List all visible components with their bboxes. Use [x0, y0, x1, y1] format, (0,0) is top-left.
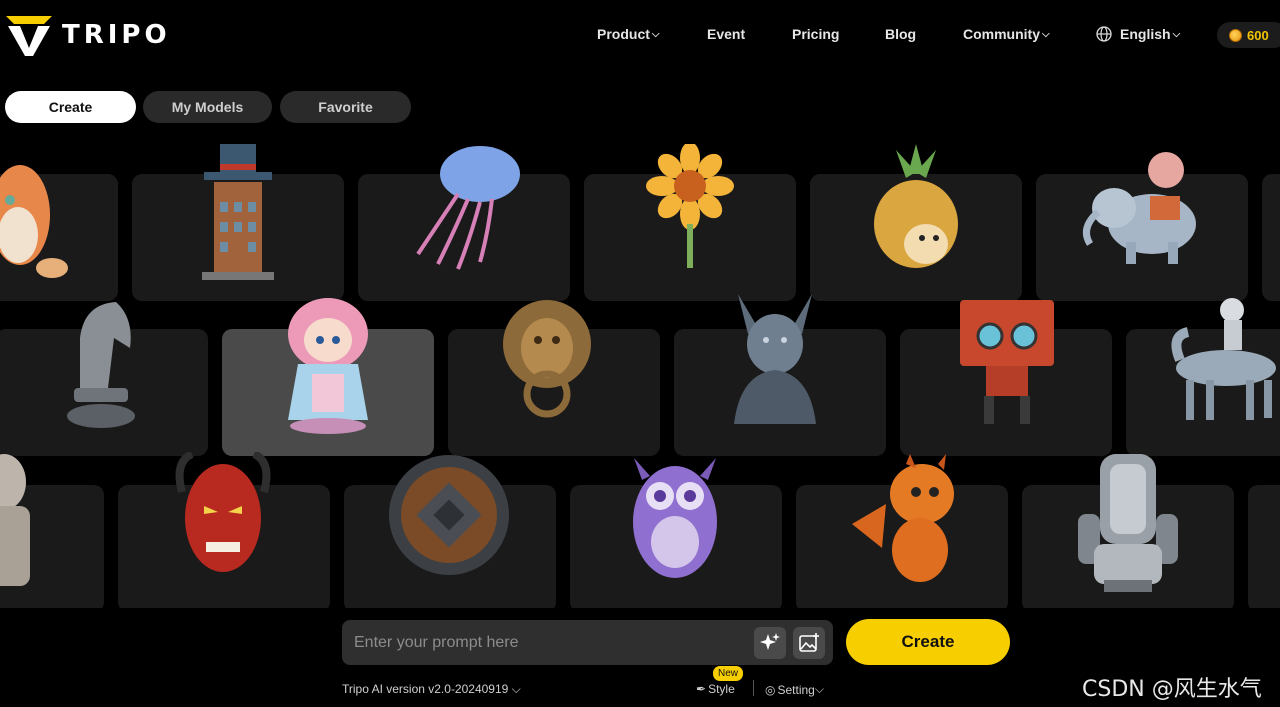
pineapple-hedgehog-model-icon	[866, 144, 966, 274]
image-upload-button[interactable]	[793, 627, 825, 659]
credits-badge[interactable]: 600	[1217, 22, 1280, 48]
model-gallery	[0, 130, 1280, 608]
create-button[interactable]: Create	[846, 619, 1010, 665]
sunflower-model-icon	[645, 144, 735, 268]
nav-product[interactable]: Product ⌵	[597, 26, 659, 42]
magic-enhance-button[interactable]	[754, 627, 786, 659]
nav-product-label: Product	[597, 26, 650, 42]
model-card[interactable]	[1262, 174, 1280, 301]
purple-owl-model-icon	[628, 452, 722, 584]
version-selector[interactable]: Tripo AI version v2.0-20240919 ⌵	[342, 682, 521, 697]
divider	[753, 680, 754, 696]
new-badge: New	[713, 666, 744, 681]
tripo-logo[interactable]: TRIPO	[4, 12, 171, 58]
version-label: Tripo AI version v2.0-20240919	[342, 682, 509, 696]
nav-blog-label: Blog	[885, 26, 917, 42]
chevron-down-icon: ⌵	[508, 682, 521, 696]
style-label: Style	[708, 682, 735, 696]
oni-mask-model-icon	[174, 452, 272, 578]
nav-blog[interactable]: Blog	[885, 26, 916, 42]
nav-community[interactable]: Community ⌵	[963, 26, 1050, 42]
red-box-robot-model-icon	[956, 296, 1058, 428]
style-option[interactable]: ✒ Style	[696, 682, 735, 696]
setting-label: Setting	[777, 682, 815, 697]
top-hat-building-model-icon	[198, 142, 278, 282]
nav-pricing[interactable]: Pricing	[792, 26, 839, 42]
prompt-bar	[342, 620, 833, 665]
chevron-down-icon: ⌵	[814, 682, 824, 696]
setting-option[interactable]: ◎ Setting ⌵	[765, 682, 824, 697]
chevron-down-icon: ⌵	[651, 28, 660, 40]
wooden-shield-model-icon	[386, 452, 512, 578]
prompt-input[interactable]	[354, 620, 744, 665]
image-plus-icon	[799, 633, 819, 652]
stone-statue-model-icon	[0, 452, 40, 592]
dragon-bust-model-icon	[728, 294, 822, 426]
language-label: English	[1120, 26, 1171, 42]
globe-icon	[1096, 26, 1112, 42]
chevron-down-icon: ⌵	[1172, 28, 1181, 40]
tab-create[interactable]: Create	[5, 91, 136, 123]
jellyfish-model-icon	[408, 144, 522, 272]
tripo-logo-icon	[6, 16, 52, 56]
brush-icon: ✒	[696, 682, 707, 696]
chess-knight-model-icon	[64, 298, 138, 430]
top-header: TRIPO Product ⌵ Event Pricing Blog Commun…	[0, 0, 1280, 70]
nav-event[interactable]: Event	[707, 26, 745, 42]
chevron-down-icon: ⌵	[1042, 28, 1050, 40]
gaming-chair-model-icon	[1074, 450, 1182, 598]
brand-name: TRIPO	[62, 20, 171, 50]
model-card[interactable]	[1248, 485, 1280, 608]
lion-door-knocker-model-icon	[500, 296, 594, 422]
nav-event-label: Event	[707, 26, 746, 42]
nav-community-label: Community	[963, 26, 1040, 42]
anime-girl-model-icon	[276, 294, 380, 434]
astronaut-horse-model-icon	[1166, 296, 1280, 428]
tab-favorite[interactable]: Favorite	[280, 91, 411, 123]
csdn-watermark: CSDN @风生水气	[1082, 677, 1262, 702]
elephant-model-icon	[1076, 148, 1202, 268]
credits-count: 600	[1247, 27, 1269, 43]
coin-icon	[1229, 28, 1242, 42]
sparkle-icon	[760, 633, 780, 650]
tab-my-models[interactable]: My Models	[143, 91, 272, 123]
settings-icon: ◎	[765, 682, 776, 697]
cat-model-icon	[0, 140, 80, 280]
language-selector[interactable]: English ⌵	[1096, 26, 1180, 42]
orange-baby-dragon-model-icon	[846, 454, 964, 586]
nav-pricing-label: Pricing	[792, 26, 840, 42]
